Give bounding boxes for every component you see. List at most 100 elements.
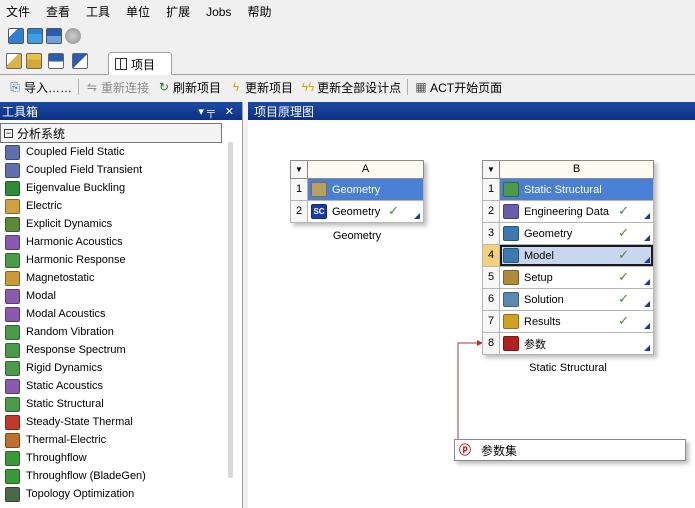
system-b[interactable]: ▼ B 1 Static Structural 2 Engineering Data ✓… [482, 160, 654, 355]
toolbox-item[interactable]: Harmonic Acoustics [0, 233, 242, 251]
system-menu-icon[interactable]: ▼ [483, 161, 500, 178]
menu-bar: 文件 查看 工具 单位 扩展 Jobs 帮助 [0, 0, 695, 24]
save-icon[interactable] [48, 53, 64, 69]
new-document-icon[interactable] [6, 53, 22, 69]
system-a[interactable]: ▼ A 1 Geometry 2 SC Geometry ✓ [290, 160, 424, 223]
toolbox-item[interactable]: Throughflow (BladeGen) [0, 467, 242, 485]
menu-extensions[interactable]: 扩展 [158, 0, 198, 24]
toolbox-item[interactable]: Steady-State Thermal [0, 413, 242, 431]
refresh-icon: ↻ [159, 80, 170, 94]
system-b-letter: B [500, 161, 653, 178]
toolbox-item[interactable]: Response Spectrum [0, 341, 242, 359]
analysis-system-icon [5, 180, 20, 196]
toolbox-item[interactable]: Electric [0, 197, 242, 215]
toolbox-item-label: Eigenvalue Buckling [26, 182, 126, 194]
cell-number: 6 [483, 289, 500, 310]
toolbox-item[interactable]: Explicit Dynamics [0, 215, 242, 233]
toolbox-item[interactable]: Topology Optimization [0, 485, 242, 503]
toolbox-item[interactable]: Modal Acoustics [0, 305, 242, 323]
analysis-system-icon [5, 450, 20, 466]
up-to-date-check-icon: ✓ [618, 313, 629, 328]
collapse-icon[interactable]: − [4, 128, 13, 138]
up-to-date-check-icon: ✓ [388, 203, 399, 218]
toolbox-item[interactable]: Static Structural [0, 395, 242, 413]
system-cell[interactable]: 3 Geometry ✓ [482, 223, 654, 245]
cell-corner-icon [644, 213, 650, 219]
archive-icon[interactable] [65, 28, 81, 44]
cell-corner-icon [644, 323, 650, 329]
up-to-date-check-icon: ✓ [618, 291, 629, 306]
menu-tools[interactable]: 工具 [78, 0, 118, 24]
geometry-system-icon [311, 182, 327, 197]
analysis-system-icon [5, 216, 20, 232]
toolbox-item[interactable]: Coupled Field Transient [0, 161, 242, 179]
reconnect-button[interactable]: ⇋ 重新连接 [81, 77, 153, 97]
system-cell[interactable]: 5 Setup ✓ [482, 267, 654, 289]
act-start-page-button[interactable]: ▦ ACT开始页面 [410, 77, 506, 97]
menu-view[interactable]: 查看 [38, 0, 78, 24]
lightning-icon: ϟ [232, 80, 240, 94]
toolbox-item-label: Modal [26, 290, 56, 302]
toolbox-item[interactable]: Magnetostatic [0, 269, 242, 287]
system-cell[interactable]: 8 参数 [482, 333, 654, 355]
toolbox-item[interactable]: Static Acoustics [0, 377, 242, 395]
new-project-icon[interactable] [8, 28, 24, 44]
toolbox-item[interactable]: Throughflow [0, 449, 242, 467]
pin-icon[interactable]: ▾ ╤ [198, 105, 214, 118]
open-folder-icon[interactable] [26, 53, 42, 69]
analysis-system-icon [5, 252, 20, 268]
save-as-icon[interactable] [72, 53, 88, 69]
toolbox-item[interactable]: Coupled Field Static [0, 143, 242, 161]
toolbox-item-label: Response Spectrum [26, 344, 126, 356]
cell-body: 参数 [500, 333, 653, 354]
parameter-set-icon: ⓟ [459, 443, 472, 457]
toolbox-item[interactable]: Rigid Dynamics [0, 359, 242, 377]
refresh-project-button[interactable]: ↻ 刷新项目 [153, 77, 225, 97]
menu-help[interactable]: 帮助 [239, 0, 279, 24]
cell-body: Engineering Data ✓ [500, 201, 653, 222]
toolbox-item[interactable]: Modal [0, 287, 242, 305]
menu-file[interactable]: 文件 [0, 0, 38, 24]
cell-number: 7 [483, 311, 500, 332]
toolbox-item[interactable]: Thermal-Electric [0, 431, 242, 449]
analysis-system-icon [5, 414, 20, 430]
system-cell[interactable]: 2 SC Geometry ✓ [290, 201, 424, 223]
import-button[interactable]: ⎘ 导入…… [4, 77, 76, 97]
cell-label: Engineering Data [524, 205, 610, 218]
open-project-icon[interactable] [27, 28, 43, 44]
setup-icon [503, 270, 519, 285]
system-a-name[interactable]: Geometry [290, 230, 424, 242]
tab-project[interactable]: 项目 [108, 52, 172, 75]
system-cell[interactable]: 4 Model ✓ [482, 245, 654, 267]
toolbox-scrollbar[interactable] [228, 142, 233, 478]
analysis-system-icon [5, 270, 20, 286]
toolbox-item[interactable]: Eigenvalue Buckling [0, 179, 242, 197]
toolbox-item[interactable]: Harmonic Response [0, 251, 242, 269]
analysis-system-icon [5, 378, 20, 394]
parameter-set-bar[interactable]: ⓟ 参数集 [454, 439, 686, 461]
system-b-name[interactable]: Static Structural [482, 362, 654, 374]
analysis-systems-group[interactable]: − 分析系统 [0, 123, 222, 143]
close-icon[interactable]: ✕ [225, 105, 234, 118]
cell-number: 2 [291, 201, 308, 222]
system-cell[interactable]: 7 Results ✓ [482, 311, 654, 333]
toolbox-item[interactable]: Random Vibration [0, 323, 242, 341]
system-cell[interactable]: 1 Static Structural [482, 179, 654, 201]
system-cell[interactable]: 1 Geometry [290, 179, 424, 201]
up-to-date-check-icon: ✓ [618, 203, 629, 218]
menu-jobs[interactable]: Jobs [198, 0, 239, 24]
system-menu-icon[interactable]: ▼ [291, 161, 308, 178]
update-project-button[interactable]: ϟ 更新项目 [225, 77, 297, 97]
analysis-system-icon [5, 144, 20, 160]
menu-units[interactable]: 单位 [118, 0, 158, 24]
save-project-icon[interactable] [46, 28, 62, 44]
analysis-system-icon [5, 306, 20, 322]
analysis-system-icon [5, 162, 20, 178]
static-structural-icon [503, 182, 519, 197]
toolbox-item-label: Throughflow [26, 452, 87, 464]
system-cell[interactable]: 2 Engineering Data ✓ [482, 201, 654, 223]
update-all-design-points-button[interactable]: ϟϟ 更新全部设计点 [297, 77, 405, 97]
system-cell[interactable]: 6 Solution ✓ [482, 289, 654, 311]
reconnect-label: 重新连接 [101, 80, 150, 95]
import-label: 导入…… [24, 80, 73, 95]
